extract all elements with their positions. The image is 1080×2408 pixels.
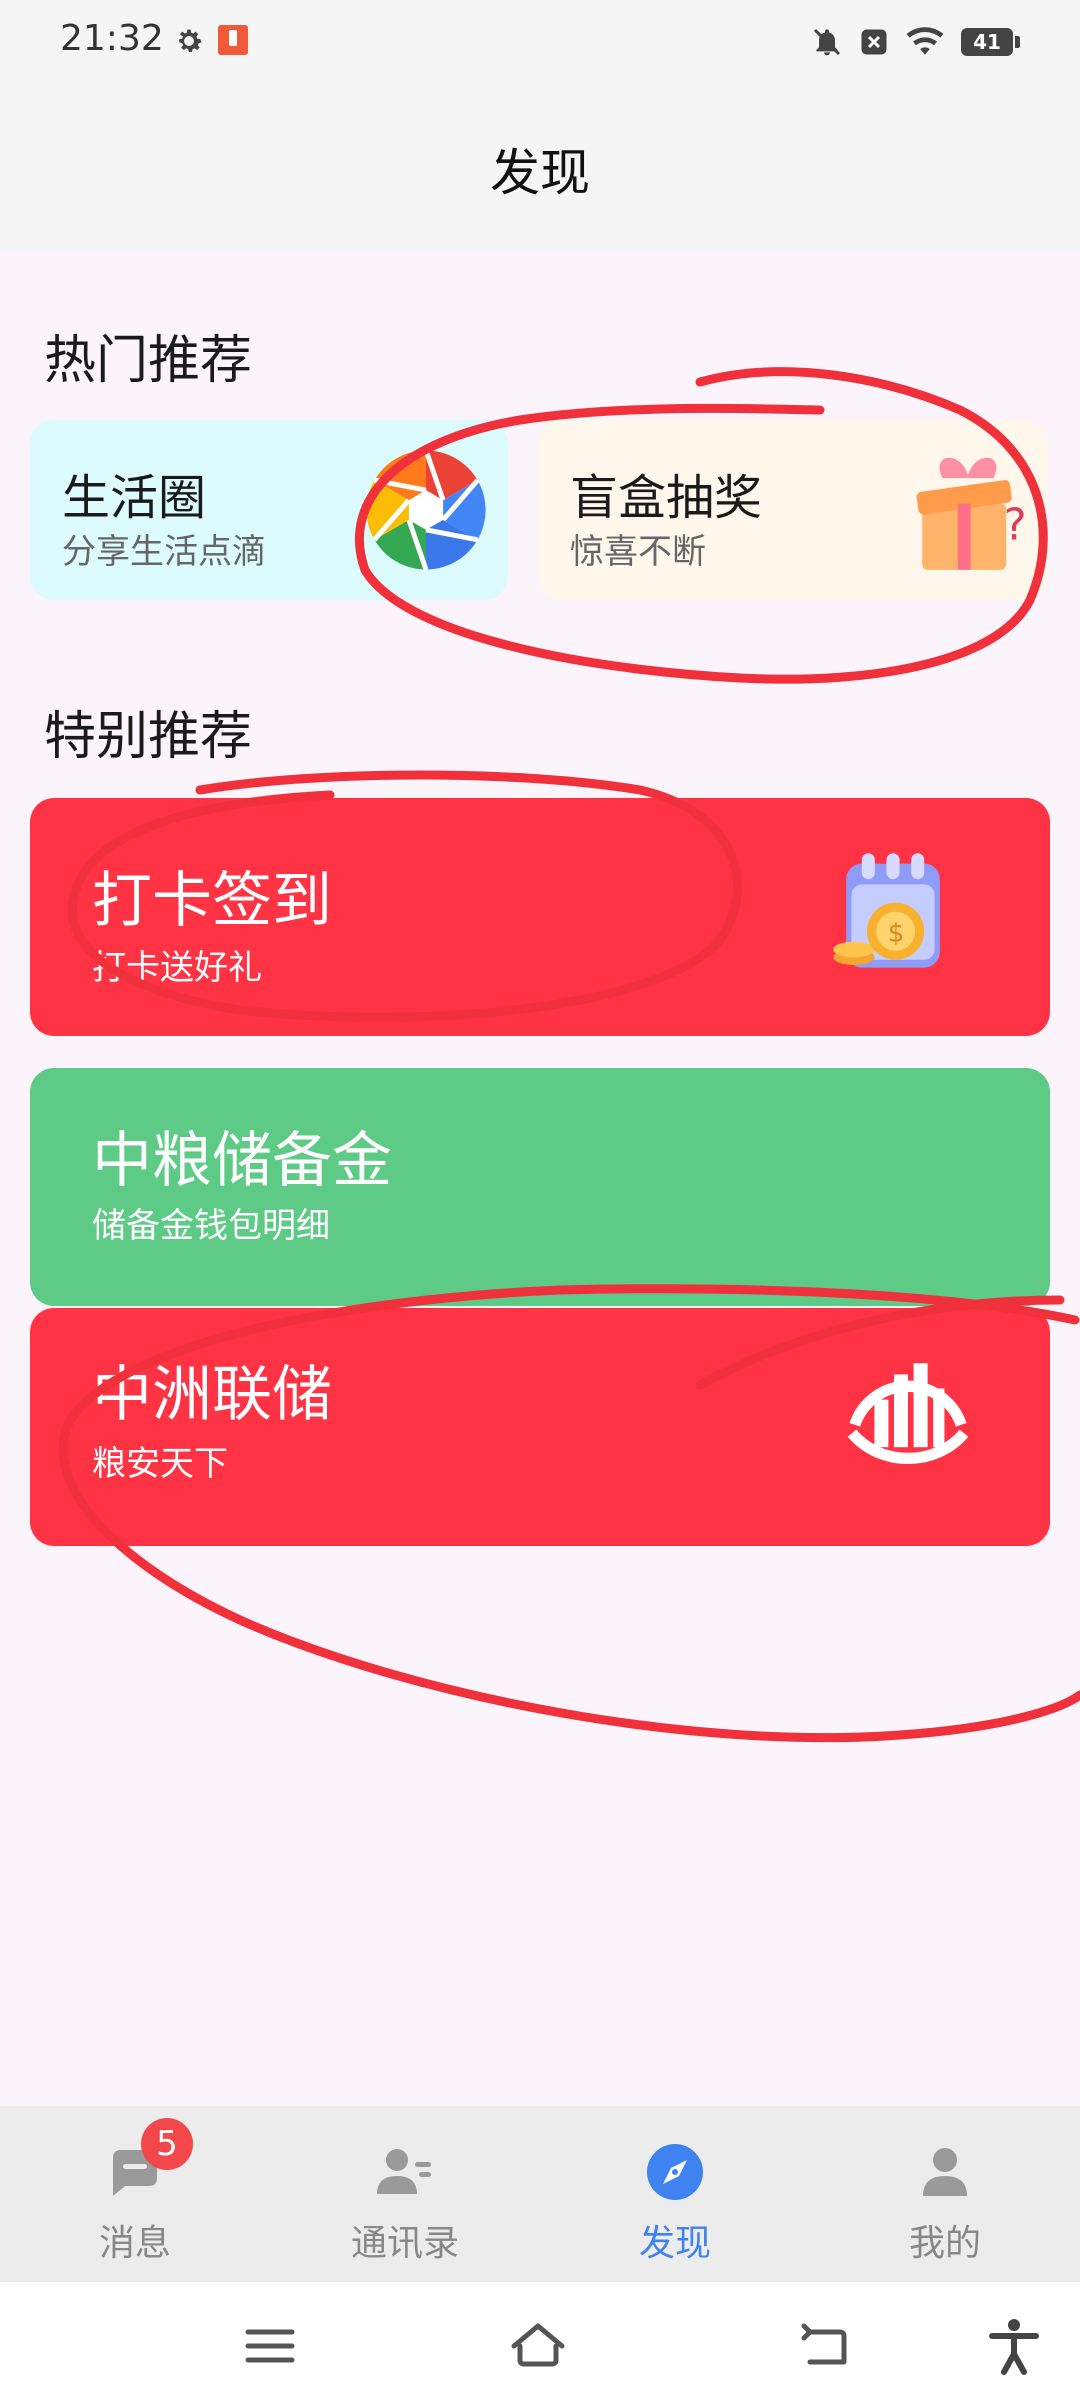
bottom-tab-bar: 5 消息 通讯录 发现 我的 — [0, 2106, 1080, 2282]
svg-text:?: ? — [1004, 500, 1027, 550]
zhongzhou-card[interactable]: 中洲联储 粮安天下 — [30, 1308, 1050, 1546]
section-title-hot: 热门推荐 — [44, 331, 253, 391]
app-header: 发现 — [0, 86, 1080, 252]
checkin-card[interactable]: 打卡签到 打卡送好礼 $ — [30, 798, 1050, 1036]
svg-text:$: $ — [888, 919, 905, 949]
home-icon[interactable] — [508, 2316, 568, 2376]
back-icon[interactable] — [796, 2316, 856, 2376]
app-notification-icon — [218, 25, 248, 55]
compass-icon — [647, 2144, 703, 2200]
zhongliang-reserve-title: 中粮储备金 — [92, 1126, 392, 1196]
tab-discover-label: 发现 — [638, 2223, 711, 2264]
tab-profile-label: 我的 — [908, 2223, 981, 2264]
life-circle-card[interactable]: 生活圈 分享生活点滴 — [30, 420, 508, 600]
zhongzhou-subtitle: 粮安天下 — [92, 1444, 228, 1484]
life-circle-title: 生活圈 — [62, 470, 207, 526]
page-title: 发现 — [490, 144, 590, 202]
calendar-coin-icon: $ — [833, 853, 940, 968]
checkin-subtitle: 打卡送好礼 — [92, 948, 262, 988]
battery-level: 41 — [961, 28, 1013, 56]
building-logo-icon — [847, 1363, 969, 1464]
no-sim-icon — [861, 29, 887, 55]
section-title-special: 特别推荐 — [44, 707, 253, 767]
zhongzhou-title: 中洲联储 — [92, 1360, 332, 1430]
status-time: 21:32 — [60, 18, 164, 59]
battery-icon: 41 — [961, 28, 1020, 56]
system-nav-bar — [0, 2282, 1080, 2408]
status-bar: 21:32 41 — [0, 0, 1080, 86]
menu-icon[interactable] — [240, 2316, 300, 2376]
blind-box-title: 盲盒抽奖 — [570, 470, 763, 526]
unread-badge: 5 — [141, 2118, 193, 2170]
zhongliang-reserve-card[interactable]: 中粮储备金 储备金钱包明细 — [30, 1068, 1050, 1306]
tab-contacts[interactable]: 通讯录 — [270, 2106, 540, 2282]
gift-box-icon: ? — [916, 457, 1027, 570]
blind-box-card[interactable]: 盲盒抽奖 惊喜不断 ? — [538, 420, 1048, 600]
status-indicators: 41 — [811, 20, 1020, 64]
tab-contacts-label: 通讯录 — [350, 2223, 459, 2264]
accessibility-icon[interactable] — [984, 2316, 1044, 2376]
checkin-title: 打卡签到 — [92, 866, 332, 936]
life-circle-subtitle: 分享生活点滴 — [62, 532, 266, 572]
gear-icon — [179, 29, 202, 53]
wifi-icon — [906, 27, 944, 55]
zhongliang-reserve-subtitle: 储备金钱包明细 — [92, 1206, 330, 1246]
tab-discover[interactable]: 发现 — [540, 2106, 810, 2282]
tab-messages-label: 消息 — [98, 2223, 171, 2264]
tab-messages[interactable]: 5 消息 — [0, 2106, 270, 2282]
aperture-icon — [366, 449, 486, 571]
blind-box-subtitle: 惊喜不断 — [570, 532, 706, 572]
tab-profile[interactable]: 我的 — [810, 2106, 1080, 2282]
contacts-icon — [377, 2149, 431, 2194]
profile-icon — [923, 2148, 967, 2196]
bell-off-icon — [813, 28, 841, 56]
